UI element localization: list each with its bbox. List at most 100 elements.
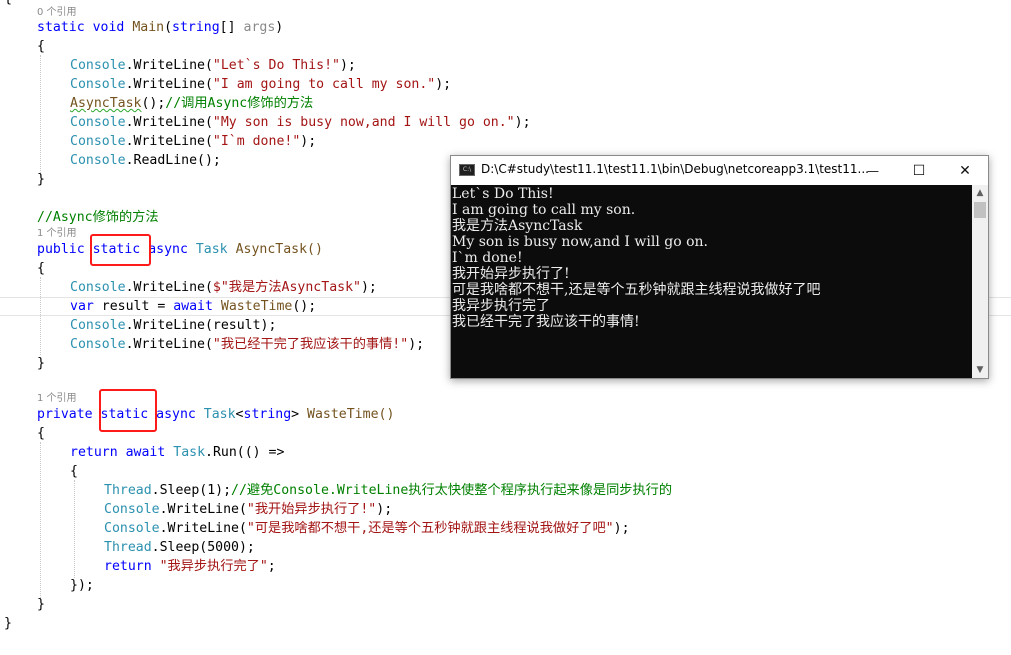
indent-guide [40, 277, 41, 355]
method-name: WasteTime [220, 299, 293, 314]
keyword: string [243, 407, 292, 422]
console-line: 我是方法AsyncTask [452, 218, 583, 234]
type-name: Task [195, 242, 228, 257]
console-line: 我已经干完了我应该干的事情! [452, 314, 640, 330]
code-line: Console.WriteLine("Let`s Do This!"); [70, 56, 356, 75]
console-app-icon: C:\ [459, 164, 475, 176]
code-line: } [4, 616, 12, 631]
string-literal: "我开始异步执行了!" [246, 502, 377, 517]
highlight-box-static [99, 389, 157, 432]
code-line: AsyncTask();//调用Async修饰的方法 [70, 94, 313, 113]
code-text: .WriteLine( [125, 115, 213, 130]
keyword: void [92, 20, 125, 35]
code-text: result = [93, 299, 174, 314]
code-line: }); [70, 578, 94, 593]
console-line: 我开始异步执行了! [452, 266, 570, 282]
string-literal: "I`m done!" [212, 134, 301, 149]
code-line: return await Task.Run(() => [70, 443, 284, 462]
code-line-wastetime-signature: private static async Task<string> WasteT… [37, 405, 394, 424]
code-text: .WriteLine( [125, 58, 213, 73]
minimize-button[interactable]: — [850, 156, 896, 185]
code-text: .ReadLine(); [125, 153, 221, 168]
code-text: ); [339, 58, 356, 73]
code-text: .Sleep(5000); [151, 540, 255, 555]
type-name: Task [173, 445, 206, 460]
scroll-down-icon[interactable]: ▼ [972, 362, 988, 378]
code-text: ); [376, 502, 393, 517]
code-text: .WriteLine( [125, 280, 213, 295]
type-name: Thread [104, 483, 152, 498]
code-line: Console.WriteLine("我已经干完了我应该干的事情!"); [70, 335, 424, 354]
indent-guide [74, 480, 75, 578]
code-text: ); [613, 521, 630, 536]
code-line: var result = await WasteTime(); [70, 297, 316, 316]
code-text: (); [141, 96, 166, 111]
code-line: Console.WriteLine("My son is busy now,an… [70, 113, 531, 132]
code-text: .Sleep(1); [151, 483, 232, 498]
type-name: Task [203, 407, 236, 422]
scrollbar-thumb[interactable] [974, 202, 986, 218]
param-name: args [243, 20, 276, 35]
code-text: .WriteLine( [125, 77, 213, 92]
console-title: D:\C#study\test11.1\test11.1\bin\Debug\n… [481, 162, 869, 176]
code-line: Console.WriteLine("I am going to call my… [70, 75, 451, 94]
indent-guide [40, 442, 41, 598]
console-line: I am going to call my son. [452, 202, 636, 218]
code-text: .WriteLine( [125, 134, 213, 149]
code-line: Console.WriteLine("可是我啥都不想干,还是等个五秒钟就跟主线程… [104, 519, 630, 538]
type-name: Console [70, 58, 126, 73]
code-text: ; [267, 559, 276, 574]
scroll-up-icon[interactable]: ▲ [972, 185, 988, 201]
code-line: { [37, 426, 45, 441]
keyword: return [70, 445, 118, 460]
type-name: Console [104, 521, 160, 536]
keyword: private [37, 407, 93, 422]
keyword: return [104, 559, 152, 574]
code-line: Console.ReadLine(); [70, 151, 221, 170]
console-output[interactable]: Let`s Do This! I am going to call my son… [451, 185, 972, 378]
maximize-button[interactable]: ☐ [896, 156, 942, 185]
string-literal: $"我是方法AsyncTask" [212, 280, 361, 295]
code-line: Console.WriteLine(result); [70, 316, 276, 335]
method-call-warning[interactable]: AsyncTask [70, 96, 141, 111]
highlight-box-static [90, 234, 151, 266]
code-line: { [70, 464, 78, 479]
punct: ( [164, 20, 173, 35]
console-line: My son is busy now,and I will go on. [452, 234, 708, 250]
indent-guide [40, 55, 41, 175]
console-window[interactable]: C:\ D:\C#study\test11.1\test11.1\bin\Deb… [450, 155, 989, 379]
code-text: ); [300, 134, 317, 149]
code-line: Console.WriteLine($"我是方法AsyncTask"); [70, 278, 377, 297]
console-line: I`m done! [452, 250, 523, 266]
code-line: } [37, 597, 45, 612]
console-titlebar[interactable]: C:\ D:\C#study\test11.1\test11.1\bin\Deb… [451, 156, 988, 185]
codelens-references[interactable]: 1 个引用 [37, 393, 77, 405]
code-text: .WriteLine(result); [125, 318, 277, 333]
type-name: Console [70, 115, 126, 130]
code-text: ); [408, 337, 425, 352]
string-literal: "Let`s Do This!" [212, 58, 340, 73]
keyword: await [125, 445, 166, 460]
code-text: (); [292, 299, 317, 314]
code-line: Console.WriteLine("I`m done!"); [70, 132, 316, 151]
code-line: Console.WriteLine("我开始异步执行了!"); [104, 500, 392, 519]
punct: [] [219, 20, 244, 35]
keyword: string [172, 20, 220, 35]
codelens-references[interactable]: 1 个引用 [37, 228, 77, 240]
keyword: public [37, 242, 85, 257]
code-text: ); [435, 77, 452, 92]
code-line: } [37, 172, 45, 187]
method-name: WasteTime() [307, 407, 395, 422]
string-literal: "可是我啥都不想干,还是等个五秒钟就跟主线程说我做好了吧" [246, 521, 614, 536]
code-line: return "我异步执行完了"; [104, 557, 276, 576]
close-button[interactable]: ✕ [942, 156, 988, 185]
type-name: Console [70, 77, 126, 92]
code-line: { [37, 261, 45, 276]
string-literal: "我异步执行完了" [159, 559, 268, 574]
code-text: ); [514, 115, 531, 130]
code-line-asynctask-signature: public static async Task AsyncTask() [37, 240, 323, 259]
comment: //Async修饰的方法 [37, 210, 159, 225]
console-scrollbar[interactable]: ▲ ▼ [972, 185, 988, 378]
type-name: Console [70, 337, 126, 352]
string-literal: "My son is busy now,and I will go on." [212, 115, 515, 130]
